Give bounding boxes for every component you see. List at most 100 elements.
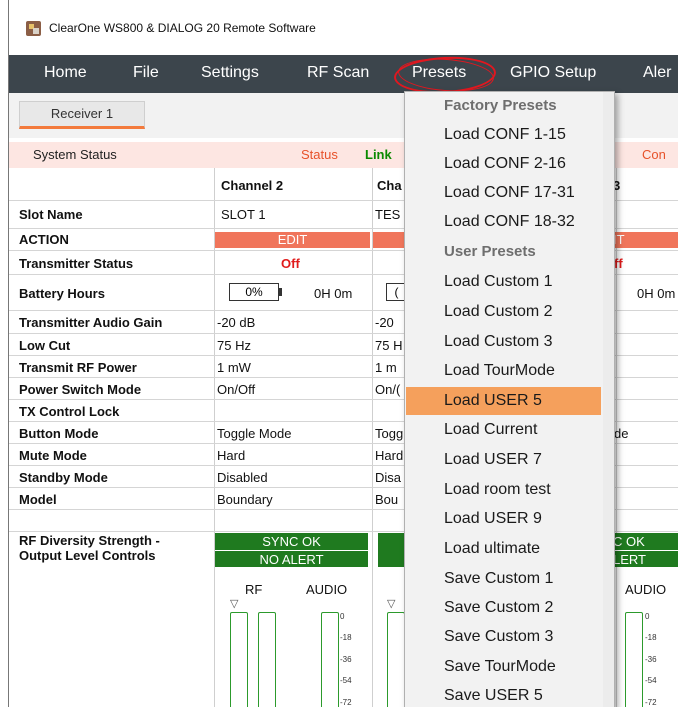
user-presets-header: User Presets	[444, 243, 536, 260]
menu-gpio-setup[interactable]: GPIO Setup	[510, 64, 596, 82]
menu-item-load-custom-1[interactable]: Load Custom 1	[406, 268, 601, 296]
menu-item-load-conf-1-15[interactable]: Load CONF 1-15	[406, 121, 601, 149]
ch2-audio-meter	[321, 612, 339, 707]
ch2-battery-box: 0%	[229, 283, 279, 301]
ch2-button-mode: Toggle Mode	[217, 426, 292, 441]
menu-settings[interactable]: Settings	[201, 64, 259, 82]
ch3-rf-power: 1 m	[375, 360, 397, 375]
row-label-low-cut: Low Cut	[19, 338, 71, 353]
ch2-rf-power: 1 mW	[217, 360, 251, 375]
scale-36: -36	[340, 655, 352, 664]
app-logo-icon	[26, 21, 41, 36]
scale-18: -18	[340, 633, 352, 642]
scale-18: -18	[645, 633, 657, 642]
row-label-power-switch-mode: Power Switch Mode	[19, 382, 142, 397]
ch2-standby-mode: Disabled	[217, 470, 268, 485]
row-label-tx-control-lock: TX Control Lock	[19, 404, 120, 419]
scale-54: -54	[340, 676, 352, 685]
menu-item-load-user-5[interactable]: Load USER 5	[406, 387, 601, 415]
ch2-audio-gain: -20 dB	[217, 315, 256, 330]
window-title: ClearOne WS800 & DIALOG 20 Remote Softwa…	[49, 21, 316, 35]
menu-item-save-custom-3[interactable]: Save Custom 3	[406, 623, 601, 651]
ch3-button-mode: Togg	[375, 426, 404, 441]
column-header-channel-3: Cha	[377, 178, 402, 193]
menu-item-load-conf-2-16[interactable]: Load CONF 2-16	[406, 150, 601, 178]
row-label-rf-diversity-2: Output Level Controls	[19, 548, 156, 563]
row-label-model: Model	[19, 492, 57, 507]
presets-dropdown: Factory Presets Load CONF 1-15 Load CONF…	[404, 91, 615, 707]
battery-nub-icon	[279, 288, 282, 296]
ch2-rf-label: RF	[245, 582, 263, 597]
ch3-rf-meter-a	[387, 612, 405, 707]
ch2-mute-mode: Hard	[217, 448, 246, 463]
status-text: Status	[301, 147, 338, 162]
ch3-power-switch-mode: On/(	[375, 382, 401, 397]
menu-item-save-user-5[interactable]: Save USER 5	[406, 682, 601, 707]
ch2-slot-name: SLOT 1	[221, 207, 266, 222]
ch2-rf-meter-a	[230, 612, 248, 707]
column-header-channel-2: Channel 2	[221, 178, 284, 193]
menu-item-load-conf-17-31[interactable]: Load CONF 17-31	[406, 179, 601, 207]
link-text: Link	[365, 147, 392, 162]
ch2-sync-ok: SYNC OK	[262, 534, 321, 549]
menu-item-load-current[interactable]: Load Current	[406, 416, 601, 444]
row-label-action: ACTION	[19, 232, 69, 247]
menu-item-load-custom-3[interactable]: Load Custom 3	[406, 328, 601, 356]
ch4-transmitter-status: ff	[614, 256, 623, 271]
menu-item-load-tourmode[interactable]: Load TourMode	[406, 357, 601, 385]
menu-item-save-tourmode[interactable]: Save TourMode	[406, 653, 601, 681]
menu-item-load-custom-2[interactable]: Load Custom 2	[406, 298, 601, 326]
ch3-battery-box: (	[386, 283, 406, 301]
menu-item-save-custom-1[interactable]: Save Custom 1	[406, 565, 601, 593]
ch2-model: Boundary	[217, 492, 273, 507]
scale-0: 0	[340, 612, 345, 621]
ch3-mute-mode: Hard	[375, 448, 404, 463]
ch2-edit-button[interactable]: EDIT	[215, 232, 370, 248]
row-label-mute-mode: Mute Mode	[19, 448, 87, 463]
ch4-sync-ok: C OK	[613, 534, 645, 549]
ch2-rf-meter-b	[258, 612, 276, 707]
scale-0: 0	[645, 612, 650, 621]
ch2-no-alert: NO ALERT	[259, 552, 324, 567]
menu-bar: Home File Settings RF Scan Presets GPIO …	[9, 55, 678, 93]
row-label-audio-gain: Transmitter Audio Gain	[19, 315, 163, 330]
ch2-battery-hours: 0H 0m	[314, 286, 353, 301]
scale-72: -72	[340, 698, 352, 707]
menu-rf-scan[interactable]: RF Scan	[307, 64, 369, 82]
dropdown-scrollbar[interactable]	[603, 92, 614, 707]
row-label-transmitter-status: Transmitter Status	[19, 256, 134, 271]
menu-file[interactable]: File	[133, 64, 159, 82]
ch3-standby-mode: Disa	[375, 470, 402, 485]
antenna-icon: ▽	[387, 598, 396, 610]
menu-item-load-ultimate[interactable]: Load ultimate	[406, 535, 601, 563]
row-label-battery-hours: Battery Hours	[19, 286, 105, 301]
row-label-slot-name: Slot Name	[19, 207, 83, 222]
ch4-audio-meter	[625, 612, 643, 707]
ch4-no-alert: LERT	[613, 552, 646, 567]
antenna-icon: ▽	[230, 598, 239, 610]
scale-54: -54	[645, 676, 657, 685]
title-bar: ClearOne WS800 & DIALOG 20 Remote Softwa…	[9, 0, 678, 55]
menu-item-save-custom-2[interactable]: Save Custom 2	[406, 594, 601, 622]
menu-home[interactable]: Home	[44, 64, 87, 82]
menu-item-load-user-9[interactable]: Load USER 9	[406, 505, 601, 533]
grid-line	[372, 168, 373, 707]
ch4-button-mode: de	[614, 426, 629, 441]
ch4-battery-hours: 0H 0m	[637, 286, 676, 301]
menu-item-load-conf-18-32[interactable]: Load CONF 18-32	[406, 208, 601, 236]
factory-presets-header: Factory Presets	[444, 97, 557, 114]
system-status-label: System Status	[33, 147, 117, 162]
scale-72: -72	[645, 698, 657, 707]
ch2-audio-label: AUDIO	[306, 582, 348, 597]
ch2-power-switch-mode: On/Off	[217, 382, 256, 397]
tab-receiver-1[interactable]: Receiver 1	[19, 101, 145, 129]
row-label-rf-diversity-1: RF Diversity Strength -	[19, 533, 160, 548]
ch4-edit-button[interactable]: IT	[613, 232, 678, 248]
menu-item-load-room-test[interactable]: Load room test	[406, 476, 601, 504]
menu-alerts[interactable]: Aler	[643, 64, 671, 82]
ch3-model: Bou	[375, 492, 399, 507]
row-label-rf-power: Transmit RF Power	[19, 360, 137, 375]
scale-36: -36	[645, 655, 657, 664]
menu-item-load-user-7[interactable]: Load USER 7	[406, 446, 601, 474]
row-label-button-mode: Button Mode	[19, 426, 99, 441]
